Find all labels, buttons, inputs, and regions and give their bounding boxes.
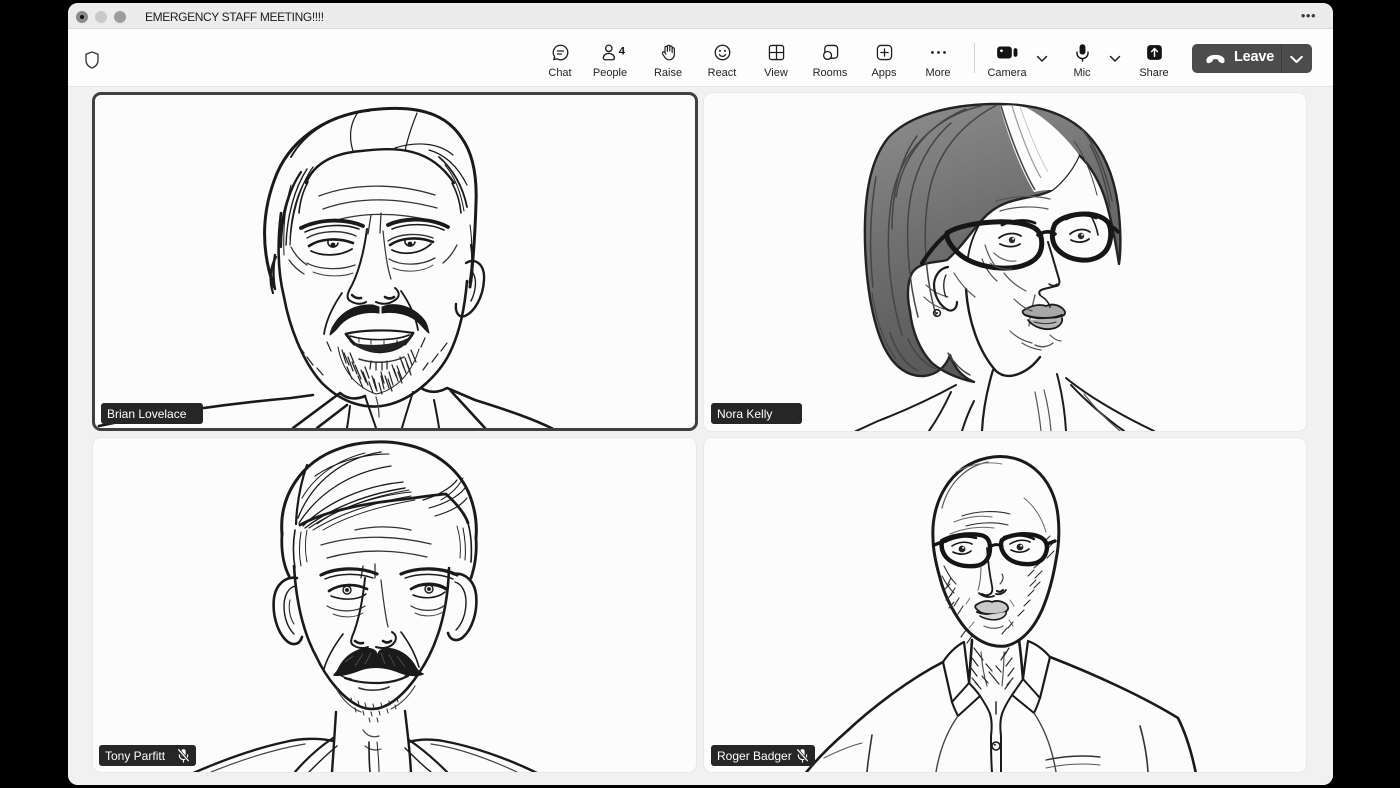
svg-text:4: 4 bbox=[619, 46, 626, 58]
